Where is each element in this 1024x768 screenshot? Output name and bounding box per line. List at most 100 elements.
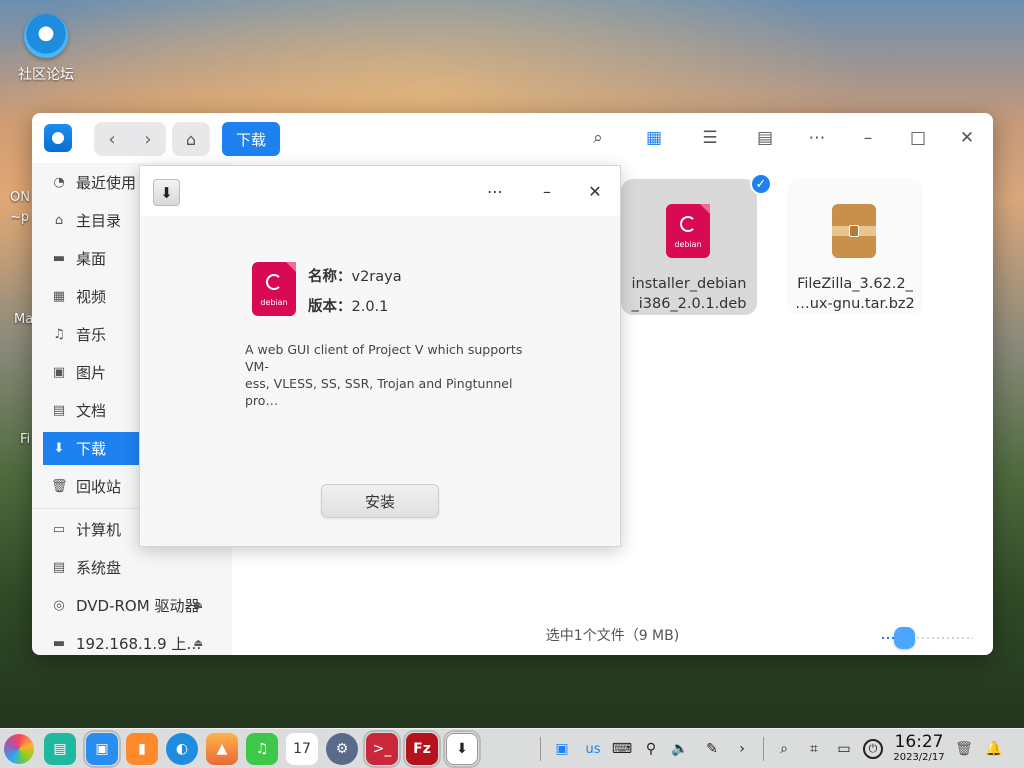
version-value: 2.0.1 — [351, 299, 389, 315]
selected-check-icon: ✓ — [750, 173, 772, 195]
notification-app-icon[interactable]: ▣ — [552, 739, 572, 759]
sidebar-item-pictures[interactable]: ▣ 图片 — [43, 356, 139, 389]
onscreen-keyboard-icon[interactable]: ▭ — [834, 739, 854, 759]
package-description: A web GUI client of Project V which supp… — [245, 342, 523, 408]
more-menu-icon[interactable]: ⋯ — [805, 126, 829, 150]
file-item-filezilla[interactable]: FileZilla_3.62.2_ …ux-gnu.tar.bz2 — [787, 179, 923, 315]
volume-icon[interactable]: 🔈 — [670, 739, 690, 759]
sidebar-item-label: 计算机 — [76, 521, 122, 539]
community-forum-desktop-icon[interactable]: 社区论坛 — [10, 14, 82, 84]
sidebar-item-label: 192.168.1.9 上… — [76, 635, 202, 653]
list-view-icon[interactable]: ☰ — [698, 126, 722, 150]
calendar-icon[interactable]: 17 — [286, 733, 318, 765]
sidebar-item-home[interactable]: ⌂ 主目录 — [43, 204, 139, 237]
close-button[interactable]: ✕ — [955, 126, 979, 150]
screenshot-icon[interactable]: ⌗ — [804, 739, 824, 759]
install-button[interactable]: 安装 — [321, 484, 439, 518]
deepin-forum-icon — [24, 14, 68, 58]
detail-view-icon[interactable]: ▤ — [753, 126, 777, 150]
package-installer-dialog: ⬇ ⋯ – ✕ debian 名称：v2raya 版本：2.0.1 A web … — [139, 165, 621, 547]
sidebar-item-label: 文档 — [76, 402, 107, 420]
breadcrumb-downloads[interactable]: 下载 — [222, 122, 281, 156]
network-share-icon: ▬ — [52, 636, 66, 651]
browser-icon[interactable]: ◐ — [166, 733, 198, 765]
sidebar-item-music[interactable]: ♫ 音乐 — [43, 318, 139, 351]
trash-icon: 🗑 — [51, 479, 68, 494]
keyboard-layout-indicator[interactable]: us — [581, 739, 605, 759]
sidebar-item-trash[interactable]: 🗑 回收站 — [43, 470, 139, 503]
home-button[interactable]: ⌂ — [172, 122, 210, 156]
archive-icon — [832, 204, 876, 258]
search-icon[interactable]: ⌕ — [586, 126, 610, 150]
minimize-button[interactable]: – — [536, 180, 558, 202]
package-installer-dock-icon[interactable]: ⬇ — [443, 730, 481, 768]
dock: ▤ ▣ ▮ ◐ ▲ ♫ 17 ⚙ >_ Fz ⬇ ▣ us ⌨ ⚲ 🔈 ✎ › … — [0, 728, 1024, 768]
installer-titlebar: ⬇ ⋯ – ✕ — [140, 166, 620, 216]
sidebar-item-system-disk[interactable]: ▤ 系统盘 — [43, 551, 223, 584]
maximize-button[interactable]: □ — [906, 126, 930, 150]
expand-tray-icon[interactable]: › — [732, 739, 752, 759]
sidebar-item-label: 主目录 — [76, 212, 122, 230]
sidebar-item-videos[interactable]: ▦ 视频 — [43, 280, 139, 313]
icon-size-slider-handle[interactable] — [894, 627, 915, 649]
sidebar-item-label: DVD-ROM 驱动器 — [76, 597, 200, 615]
notification-bell-icon[interactable]: 🔔 — [984, 739, 1004, 759]
sidebar-item-documents[interactable]: ▤ 文档 — [43, 394, 139, 427]
minimize-button[interactable]: – — [856, 126, 880, 150]
desktop-icon-label: 社区论坛 — [18, 67, 74, 83]
tray-divider — [763, 737, 764, 761]
home-icon: ⌂ — [185, 129, 197, 149]
close-button[interactable]: ✕ — [584, 180, 606, 202]
computer-icon: ▭ — [52, 522, 66, 537]
disk-icon: ▤ — [52, 560, 66, 575]
sidebar-item-network-share[interactable]: ▬ 192.168.1.9 上… ⏏ — [43, 627, 223, 655]
version-label: 版本： — [308, 299, 352, 315]
dvd-icon: ◎ — [53, 598, 65, 613]
sidebar-item-downloads[interactable]: ⬇ 下载 — [43, 432, 139, 465]
sidebar-item-dvd[interactable]: ◎ DVD-ROM 驱动器 ⏏ — [43, 589, 223, 622]
name-label: 名称： — [308, 269, 352, 285]
app-store-icon[interactable]: ▮ — [126, 733, 158, 765]
navigation-buttons: ‹ › — [94, 122, 166, 156]
keyboard-icon[interactable]: ⌨ — [612, 739, 632, 759]
sidebar-item-label: 音乐 — [76, 326, 107, 344]
debian-package-icon: debian — [252, 262, 296, 316]
eject-icon[interactable]: ⏏ — [194, 600, 203, 611]
debian-package-icon: debian — [666, 204, 710, 258]
back-button[interactable]: ‹ — [94, 122, 130, 156]
music-player-icon[interactable]: ♫ — [246, 733, 278, 765]
sidebar-item-desktop[interactable]: ▬ 桌面 — [43, 242, 139, 275]
file-manager-titlebar: ‹ › ⌂ 下载 ⌕ ▦ ☰ ▤ ⋯ – □ ✕ — [32, 113, 993, 163]
more-menu-icon[interactable]: ⋯ — [484, 180, 506, 202]
settings-icon[interactable]: ⚙ — [326, 733, 358, 765]
launcher-icon[interactable] — [4, 734, 34, 764]
filezilla-icon[interactable]: Fz — [403, 730, 441, 768]
search-icon[interactable]: ⌕ — [774, 739, 794, 759]
file-name: installer_debian _i386_2.0.1.deb — [631, 276, 747, 312]
power-icon[interactable]: ⏻ — [863, 739, 883, 759]
multitasking-view-icon[interactable]: ▤ — [44, 733, 76, 765]
desktop-label-fragment: Ma — [14, 312, 34, 327]
document-icon: ▤ — [52, 403, 66, 418]
sidebar-item-label: 最近使用 — [76, 174, 137, 192]
file-name: FileZilla_3.62.2_ …ux-gnu.tar.bz2 — [795, 276, 915, 312]
terminal-icon[interactable]: >_ — [363, 730, 401, 768]
icon-label: debian — [260, 298, 288, 307]
trash-tray-icon[interactable]: 🗑 — [954, 739, 974, 759]
sidebar-item-label: 桌面 — [76, 250, 107, 268]
package-version: 版本：2.0.1 — [308, 295, 388, 316]
image-viewer-icon[interactable]: ▲ — [206, 733, 238, 765]
forward-button[interactable]: › — [130, 122, 166, 156]
desktop-label-fragment: ON — [10, 190, 30, 205]
name-value: v2raya — [351, 269, 402, 285]
eject-icon[interactable]: ⏏ — [194, 638, 203, 649]
icon-view-icon[interactable]: ▦ — [642, 126, 666, 150]
sidebar-item-computer[interactable]: ▭ 计算机 — [43, 513, 139, 546]
home-icon: ⌂ — [54, 213, 64, 228]
pen-icon[interactable]: ✎ — [702, 739, 722, 759]
file-item-deb[interactable]: debian installer_debian _i386_2.0.1.deb — [621, 179, 757, 315]
usb-icon[interactable]: ⚲ — [641, 739, 661, 759]
sidebar-item-recent[interactable]: ◔ 最近使用 — [43, 166, 139, 199]
file-manager-dock-icon[interactable]: ▣ — [83, 730, 121, 768]
clock[interactable]: 16:27 2023/2/17 — [893, 732, 945, 764]
